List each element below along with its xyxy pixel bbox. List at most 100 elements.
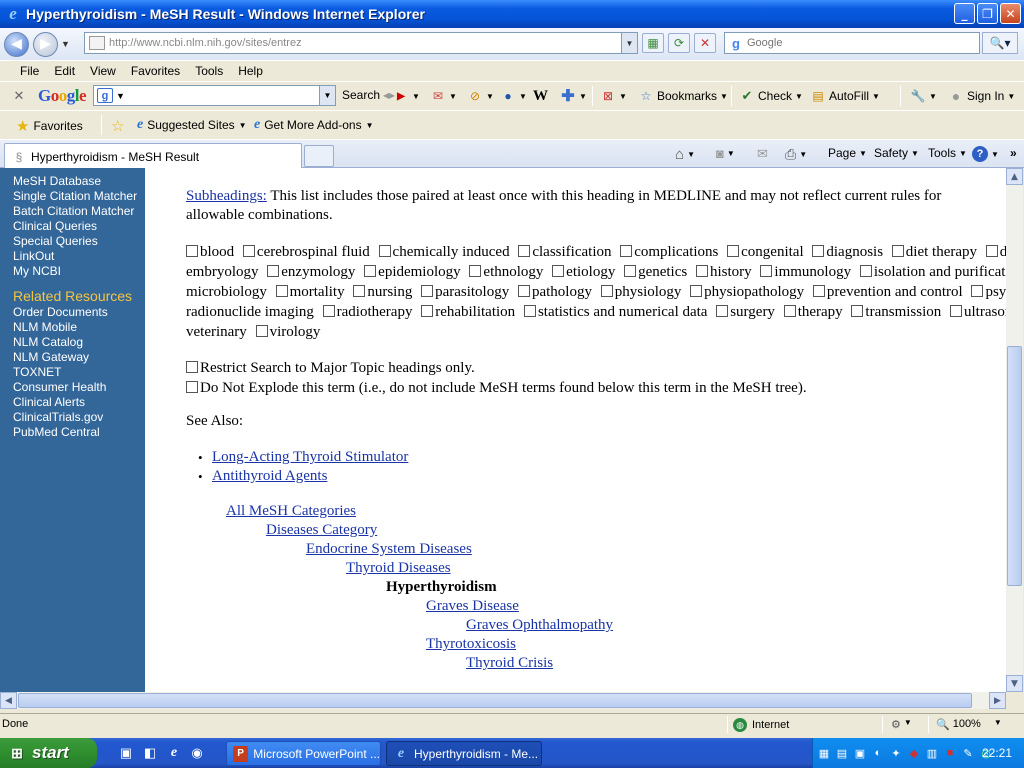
- subheading-option[interactable]: rehabilitation: [421, 304, 515, 320]
- subheading-checkbox[interactable]: [859, 265, 872, 277]
- tree-link[interactable]: Thyroid Diseases: [346, 559, 451, 578]
- google-search-button[interactable]: Search ◂▸: [342, 88, 395, 102]
- get-addons-button[interactable]: e Get More Add-ons ▼: [254, 117, 374, 133]
- sidebar-link-mesh-database[interactable]: MeSH Database: [13, 174, 145, 189]
- subheading-option[interactable]: transmission: [851, 304, 941, 320]
- security-zone[interactable]: ◍ Internet: [733, 718, 789, 732]
- close-toolbar-icon[interactable]: ✕: [12, 89, 26, 104]
- subheading-checkbox[interactable]: [186, 245, 198, 257]
- subheading-option[interactable]: isolation and purification: [859, 264, 1006, 280]
- subheading-option[interactable]: cerebrospinal fluid: [242, 244, 370, 260]
- sidebar-link-linkout[interactable]: LinkOut: [13, 249, 145, 264]
- task-powerpoint[interactable]: P Microsoft PowerPoint ...: [226, 741, 381, 766]
- quicklaunch-desktop-icon[interactable]: ◧: [142, 745, 158, 761]
- home-button[interactable]: ⌂ ▼: [675, 146, 695, 163]
- sidebar-link-single-citation-matcher[interactable]: Single Citation Matcher: [13, 189, 145, 204]
- subheading-option[interactable]: complications: [620, 244, 718, 260]
- tray-monitor-icon[interactable]: ▣: [853, 746, 867, 760]
- major-topic-checkbox[interactable]: [186, 361, 198, 373]
- add-to-favorites-bar-button[interactable]: ☆: [111, 117, 124, 135]
- task-hyperthyroidism[interactable]: e Hyperthyroidism - Me...: [386, 741, 542, 766]
- subheading-checkbox[interactable]: [469, 265, 482, 277]
- close-window-button[interactable]: ✕: [1000, 3, 1021, 24]
- subheading-checkbox[interactable]: [891, 245, 904, 257]
- wikipedia-button[interactable]: W: [533, 88, 548, 105]
- print-button[interactable]: ⎙ ▼: [785, 146, 807, 163]
- subheading-checkbox[interactable]: [851, 305, 864, 317]
- recent-pages-dropdown[interactable]: ▼: [61, 39, 70, 49]
- subheading-checkbox[interactable]: [760, 265, 773, 277]
- tray-display-icon[interactable]: ▤: [835, 746, 849, 760]
- subheading-option[interactable]: prevention and control: [812, 284, 963, 300]
- google-search-dropdown[interactable]: ▼: [319, 86, 335, 105]
- toolbar-settings-button[interactable]: 🔧 ▼: [910, 88, 937, 104]
- subheading-option[interactable]: therapy: [783, 304, 843, 320]
- vertical-scrollbar[interactable]: ▲ ▼: [1006, 168, 1023, 692]
- subheading-checkbox[interactable]: [378, 245, 391, 257]
- address-bar[interactable]: http://www.ncbi.nlm.nih.gov/sites/entrez…: [84, 32, 638, 54]
- subheading-option[interactable]: nursing: [353, 284, 412, 300]
- sidebar-link-nlm-gateway[interactable]: NLM Gateway: [13, 350, 145, 365]
- vertical-scroll-thumb[interactable]: [1007, 346, 1022, 586]
- subheading-checkbox[interactable]: [950, 305, 963, 317]
- sidebar-link-pubmed-central[interactable]: PubMed Central: [13, 425, 145, 440]
- gmail-button[interactable]: ✉ ▼: [430, 88, 457, 104]
- url-text[interactable]: http://www.ncbi.nlm.nih.gov/sites/entrez: [109, 37, 302, 49]
- scroll-left-arrow-icon[interactable]: ◀: [0, 692, 17, 709]
- tray-pen-icon[interactable]: ✎: [961, 746, 975, 760]
- subheading-checkbox[interactable]: [523, 305, 536, 317]
- subheading-option[interactable]: history: [695, 264, 752, 280]
- subheading-checkbox[interactable]: [242, 245, 255, 257]
- maximize-button[interactable]: ❐: [977, 3, 998, 24]
- scroll-right-arrow-icon[interactable]: ▶: [989, 692, 1006, 709]
- do-not-explode-checkbox[interactable]: [186, 381, 198, 393]
- subheading-option[interactable]: epidemiology: [364, 264, 461, 280]
- subheading-checkbox[interactable]: [727, 245, 740, 257]
- menu-edit[interactable]: Edit: [54, 64, 75, 78]
- subheading-checkbox[interactable]: [620, 245, 633, 257]
- stop-icon[interactable]: ✕: [694, 33, 716, 53]
- new-tab-button[interactable]: [304, 145, 334, 167]
- tree-link[interactable]: Graves Disease: [426, 597, 519, 616]
- subheading-checkbox[interactable]: [322, 305, 335, 317]
- subheading-option[interactable]: parasitology: [421, 284, 509, 300]
- subheading-checkbox[interactable]: [353, 285, 366, 297]
- sign-in-button[interactable]: ● Sign In ▼: [948, 88, 1016, 104]
- subheading-checkbox[interactable]: [985, 245, 998, 257]
- subheading-checkbox[interactable]: [255, 325, 268, 337]
- tree-link[interactable]: Thyrotoxicosis: [426, 635, 516, 654]
- refresh-icon[interactable]: ⟳: [668, 33, 690, 53]
- option-do-not-explode[interactable]: Do Not Explode this term (i.e., do not i…: [186, 378, 807, 398]
- back-button[interactable]: ◀: [4, 31, 29, 57]
- menu-help[interactable]: Help: [238, 64, 263, 78]
- tree-link[interactable]: All MeSH Categories: [226, 502, 356, 521]
- page-menu-button[interactable]: Page ▼: [828, 146, 867, 160]
- subheading-checkbox[interactable]: [716, 305, 729, 317]
- subheading-option[interactable]: surgery: [716, 304, 775, 320]
- quicklaunch-ie-icon[interactable]: e: [166, 745, 182, 761]
- option-major-topic[interactable]: Restrict Search to Major Topic headings …: [186, 358, 807, 378]
- tree-link[interactable]: Endocrine System Diseases: [306, 540, 472, 559]
- google-toolbar-search-input[interactable]: g ▼ ▼: [93, 85, 336, 106]
- horizontal-scroll-thumb[interactable]: [18, 693, 972, 708]
- tools-menu-button[interactable]: Tools ▼: [928, 146, 967, 160]
- subheading-checkbox[interactable]: [690, 285, 703, 297]
- sidebar-link-clinical-queries[interactable]: Clinical Queries: [13, 219, 145, 234]
- subheading-option[interactable]: statistics and numerical data: [523, 304, 707, 320]
- subheading-checkbox[interactable]: [812, 285, 825, 297]
- subheading-option[interactable]: virology: [255, 324, 320, 340]
- subheading-option[interactable]: mortality: [275, 284, 345, 300]
- search-input[interactable]: [747, 37, 967, 49]
- add-button[interactable]: ✚ ▼: [560, 88, 587, 105]
- subheading-option[interactable]: ethnology: [469, 264, 543, 280]
- globe-button[interactable]: ● ▼: [500, 88, 527, 104]
- subheading-option[interactable]: ultrasonography: [950, 304, 1006, 320]
- subheading-option[interactable]: radiotherapy: [322, 304, 412, 320]
- subheading-checkbox[interactable]: [552, 265, 565, 277]
- subheading-checkbox[interactable]: [600, 285, 613, 297]
- help-menu-button[interactable]: ? ▼: [972, 146, 999, 162]
- menu-favorites[interactable]: Favorites: [131, 64, 180, 78]
- autofill-button[interactable]: ▤ AutoFill ▼: [810, 88, 880, 104]
- see-also-link-antithyroid[interactable]: Antithyroid Agents: [212, 468, 327, 484]
- sidebar-link-toxnet[interactable]: TOXNET: [13, 365, 145, 380]
